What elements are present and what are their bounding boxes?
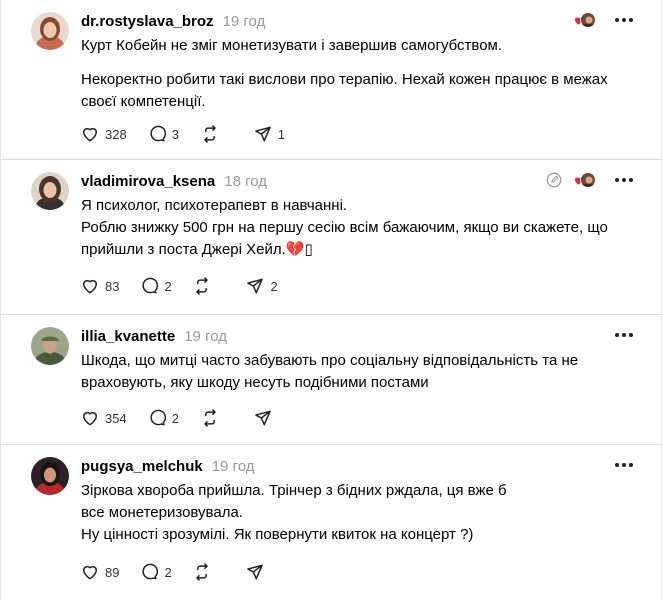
reply-count: 2 bbox=[164, 564, 172, 580]
reply-button[interactable]: 2 bbox=[139, 276, 172, 296]
like-count: 89 bbox=[105, 564, 120, 580]
feed: dr.rostyslava_broz 19 год Курт Кобейн не… bbox=[0, 0, 662, 600]
share-icon bbox=[247, 278, 264, 294]
like-button[interactable]: 89 bbox=[80, 562, 119, 582]
like-button[interactable]: 328 bbox=[80, 124, 127, 144]
like-count: 328 bbox=[105, 126, 127, 142]
reply-button[interactable]: 3 bbox=[147, 124, 180, 144]
reply-icon bbox=[142, 277, 159, 294]
post-text: Я психолог, психотерапевт в навчанні. Ро… bbox=[81, 195, 633, 261]
heart-icon bbox=[83, 565, 97, 580]
username[interactable]: dr.rostyslava_broz bbox=[81, 13, 214, 30]
post-header: pugsya_melchuk 19 год bbox=[81, 456, 254, 476]
repost-icon bbox=[196, 277, 209, 295]
more-icon[interactable] bbox=[615, 462, 635, 468]
share-button[interactable] bbox=[245, 562, 278, 582]
like-button[interactable]: 354 bbox=[80, 408, 127, 428]
post-text: Зіркова хвороба прийшла. Трінчер з бідни… bbox=[81, 480, 633, 546]
share-button[interactable] bbox=[253, 408, 286, 428]
timestamp[interactable]: 19 год bbox=[184, 328, 227, 345]
username[interactable]: vladimirova_ksena bbox=[81, 173, 215, 190]
post: pugsya_melchuk 19 год Зіркова хвороба пр… bbox=[1, 445, 662, 600]
share-count: 2 bbox=[270, 278, 278, 294]
reply-count: 2 bbox=[171, 410, 179, 426]
action-bar: 354 2 bbox=[80, 407, 306, 429]
post-header: illia_kvanette 19 год bbox=[81, 326, 227, 346]
post-paragraph: Я психолог, психотерапевт в навчанні. bbox=[81, 197, 348, 214]
repost-icon bbox=[203, 409, 216, 427]
more-icon[interactable] bbox=[615, 17, 635, 23]
repost-button[interactable] bbox=[200, 408, 233, 428]
post-header: dr.rostyslava_broz 19 год bbox=[81, 11, 265, 31]
post-paragraph bbox=[81, 57, 633, 69]
repost-button[interactable] bbox=[200, 124, 233, 144]
liked-by-author-badge bbox=[573, 170, 599, 190]
more-icon[interactable] bbox=[615, 177, 635, 183]
share-icon bbox=[254, 126, 271, 142]
timestamp[interactable]: 18 год bbox=[224, 173, 267, 190]
edit-icon[interactable] bbox=[545, 171, 563, 189]
share-count: 1 bbox=[277, 126, 285, 142]
post: vladimirova_ksena 18 год Я психолог, пси… bbox=[1, 160, 662, 315]
repost-button[interactable] bbox=[192, 562, 225, 582]
action-bar: 83 2 2 bbox=[80, 275, 298, 297]
post-text: Шкода, що митці часто забувають про соці… bbox=[81, 350, 633, 394]
reply-icon bbox=[142, 563, 159, 580]
reply-icon bbox=[150, 409, 166, 426]
timestamp[interactable]: 19 год bbox=[223, 13, 266, 30]
post-header: vladimirova_ksena 18 год bbox=[81, 171, 267, 191]
heart-icon bbox=[83, 411, 97, 426]
heart-icon bbox=[83, 279, 97, 294]
post: dr.rostyslava_broz 19 год Курт Кобейн не… bbox=[1, 0, 662, 160]
repost-icon bbox=[203, 125, 216, 143]
username[interactable]: pugsya_melchuk bbox=[81, 458, 203, 475]
share-button[interactable]: 2 bbox=[245, 276, 278, 296]
post-paragraph: Курт Кобейн не зміг монетизувати і завер… bbox=[81, 37, 503, 54]
avatar[interactable] bbox=[31, 172, 69, 210]
share-icon bbox=[247, 564, 264, 580]
post-tools bbox=[615, 455, 635, 475]
post-paragraph: Некоректно робити такі вислови про терап… bbox=[81, 71, 608, 110]
like-count: 354 bbox=[105, 410, 127, 426]
reply-count: 2 bbox=[164, 278, 172, 294]
reply-icon bbox=[150, 125, 166, 142]
repost-icon bbox=[196, 563, 209, 581]
post: illia_kvanette 19 год Шкода, що митці ча… bbox=[1, 315, 662, 445]
post-tools bbox=[545, 170, 635, 190]
like-count: 83 bbox=[105, 278, 120, 294]
repost-button[interactable] bbox=[192, 276, 225, 296]
reply-button[interactable]: 2 bbox=[139, 562, 172, 582]
more-icon[interactable] bbox=[615, 332, 635, 338]
author-mini-avatar bbox=[580, 12, 596, 28]
avatar[interactable] bbox=[31, 457, 69, 495]
author-mini-avatar bbox=[580, 172, 596, 188]
like-button[interactable]: 83 bbox=[80, 276, 119, 296]
post-paragraph: Роблю знижку 500 грн на першу сесію всім… bbox=[81, 219, 608, 258]
liked-by-author-badge bbox=[573, 10, 599, 30]
share-icon bbox=[254, 410, 271, 426]
reply-button[interactable]: 2 bbox=[147, 408, 180, 428]
post-tools bbox=[615, 325, 635, 345]
username[interactable]: illia_kvanette bbox=[81, 328, 175, 345]
share-button[interactable]: 1 bbox=[253, 124, 286, 144]
heart-icon bbox=[83, 127, 97, 142]
post-tools bbox=[573, 10, 635, 30]
reply-count: 3 bbox=[171, 126, 179, 142]
action-bar: 89 2 bbox=[80, 561, 298, 583]
action-bar: 328 3 1 bbox=[80, 123, 306, 145]
avatar[interactable] bbox=[31, 327, 69, 365]
post-text: Курт Кобейн не зміг монетизувати і завер… bbox=[81, 35, 633, 113]
post-paragraph: Шкода, що митці часто забувають про соці… bbox=[81, 352, 579, 391]
avatar[interactable] bbox=[31, 12, 69, 50]
timestamp[interactable]: 19 год bbox=[212, 458, 255, 475]
post-paragraph: Ну цінності зрозумілі. Як повернути квит… bbox=[81, 526, 474, 543]
post-paragraph: Зіркова хвороба прийшла. Трінчер з бідни… bbox=[81, 482, 507, 521]
